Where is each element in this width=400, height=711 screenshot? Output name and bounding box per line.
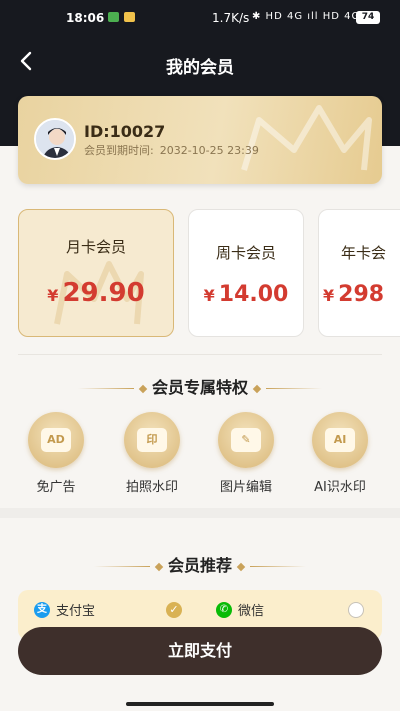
wechat-option[interactable]: ✆ 微信 <box>216 600 264 619</box>
message-notification-icon <box>124 12 135 22</box>
plan-price: ¥29.90 <box>47 278 145 308</box>
plan-card-weekly[interactable]: 周卡会员 ¥14.00 <box>188 209 304 337</box>
plan-card-monthly[interactable]: 月卡会员 ¥29.90 <box>18 209 174 337</box>
plan-price: ¥14.00 <box>203 282 289 307</box>
alipay-option[interactable]: 支 支付宝 <box>34 600 95 619</box>
pay-now-button[interactable]: 立即支付 <box>18 627 382 675</box>
plan-name: 月卡会员 <box>65 238 126 256</box>
feature-ai-watermark[interactable]: AI AI识水印 <box>298 412 382 495</box>
plan-name: 年卡会 <box>341 244 387 262</box>
feature-image-edit[interactable]: ✎ 图片编辑 <box>204 412 288 495</box>
feature-label: AI识水印 <box>314 480 366 495</box>
feature-photo-watermark[interactable]: 印 拍照水印 <box>110 412 194 495</box>
battery-icon: 74 <box>356 11 380 24</box>
network-speed: 1.7K/s <box>212 11 250 25</box>
app-notification-icon <box>108 12 119 22</box>
expiry-label: 会员到期时间: <box>84 144 154 157</box>
membership-expiry: 会员到期时间: 2032-10-25 23:39 <box>84 142 265 158</box>
feature-no-ads[interactable]: AD 免广告 <box>14 412 98 495</box>
avatar <box>34 118 76 160</box>
plan-list: 月卡会员 ¥29.90 周卡会员 ¥14.00 年卡会 ¥298 <box>0 207 400 339</box>
alipay-radio[interactable]: ✓ <box>166 602 182 618</box>
feature-label: 图片编辑 <box>219 480 272 495</box>
alipay-label: 支付宝 <box>56 604 96 619</box>
no-ads-icon: AD <box>28 412 84 468</box>
page-title: 我的会员 <box>166 58 234 78</box>
wechat-radio[interactable] <box>348 602 364 618</box>
ai-watermark-icon: AI <box>312 412 368 468</box>
alipay-icon: 支 <box>34 601 50 618</box>
wechat-label: 微信 <box>238 604 265 619</box>
member-id: ID:10027 <box>84 122 166 141</box>
feature-label: 拍照水印 <box>125 480 178 495</box>
recommend-heading: 会员推荐 <box>0 552 400 576</box>
plan-name: 周卡会员 <box>215 244 276 262</box>
home-indicator[interactable] <box>126 702 274 706</box>
plan-card-yearly[interactable]: 年卡会 ¥298 <box>318 209 400 337</box>
status-bar: 18:06 1.7K/s ✱ HD 4G ıll HD 4G ıll 74 <box>0 0 400 36</box>
feature-label: 免广告 <box>36 480 76 495</box>
status-time: 18:06 <box>66 11 105 25</box>
divider <box>18 354 382 355</box>
member-info-card: ID:10027 会员到期时间: 2032-10-25 23:39 <box>18 96 382 184</box>
plan-price: ¥298 <box>323 282 385 307</box>
camera-watermark-icon: 印 <box>124 412 180 468</box>
image-edit-icon: ✎ <box>218 412 274 468</box>
privileges-heading: 会员专属特权 <box>0 374 400 398</box>
crown-watermark-icon <box>241 105 372 171</box>
expiry-value: 2032-10-25 23:39 <box>159 144 259 157</box>
section-separator <box>0 508 400 518</box>
wechat-icon: ✆ <box>216 601 232 618</box>
